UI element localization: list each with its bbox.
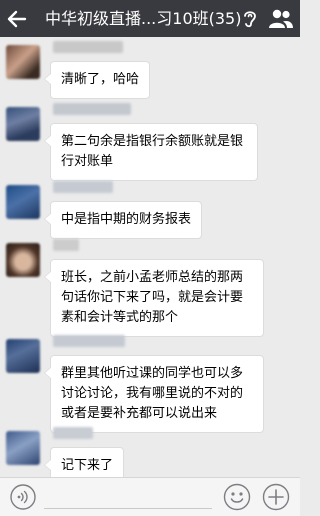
message-item: 第二句余是指银行余额账就是银行对账单 [0, 103, 300, 181]
avatar[interactable] [6, 45, 40, 79]
message-item: 班长，之前小孟老师总结的那两句话你记下来了吗，就是会计要素和会计等式的那个 [0, 239, 300, 337]
message-item: 清晰了，哈哈 [0, 41, 300, 101]
arrow-left-icon[interactable] [6, 8, 28, 30]
avatar[interactable] [6, 185, 40, 219]
message-bubble[interactable]: 第二句余是指银行余额账就是银行对账单 [44, 123, 258, 181]
chat-title: 中华初级直播...习10班(35) [45, 9, 242, 28]
group-people-icon[interactable] [268, 8, 294, 30]
voice-wave-icon[interactable] [10, 484, 36, 510]
chat-message-list[interactable]: 清晰了，哈哈 第二句余是指银行余额账就是银行对账单 中是指中期的财务报表 班长，… [0, 37, 300, 477]
message-input[interactable] [44, 508, 212, 509]
message-bubble[interactable]: 中是指中期的财务报表 [43, 201, 203, 239]
plus-icon[interactable] [262, 483, 290, 511]
sender-name [53, 103, 131, 115]
message-item: 记下来了 [0, 427, 300, 477]
sender-name [53, 181, 113, 193]
avatar[interactable] [6, 107, 40, 141]
message-item: 群里其他听过课的同学也可以多讨论讨论，我有哪里说的不对的或者是要补充都可以说出来 [0, 335, 300, 433]
sender-name [53, 335, 125, 347]
message-bubble[interactable]: 群里其他听过课的同学也可以多讨论讨论，我有哪里说的不对的或者是要补充都可以说出来 [44, 355, 264, 433]
chat-header: 中华初级直播...习10班(35) [0, 0, 300, 37]
ear-icon[interactable] [240, 8, 260, 28]
message-bubble[interactable]: 记下来了 [43, 447, 125, 477]
message-bubble[interactable]: 班长，之前小孟老师总结的那两句话你记下来了吗，就是会计要素和会计等式的那个 [44, 259, 264, 337]
message-bubble[interactable]: 清晰了，哈哈 [43, 61, 151, 99]
avatar[interactable] [6, 243, 40, 277]
sender-name [53, 41, 123, 53]
input-bar [0, 477, 300, 516]
avatar[interactable] [6, 339, 40, 373]
message-item: 中是指中期的财务报表 [0, 181, 300, 241]
avatar[interactable] [6, 431, 40, 465]
sender-name [53, 427, 93, 439]
smiley-icon[interactable] [223, 483, 251, 511]
sender-name [53, 239, 79, 251]
